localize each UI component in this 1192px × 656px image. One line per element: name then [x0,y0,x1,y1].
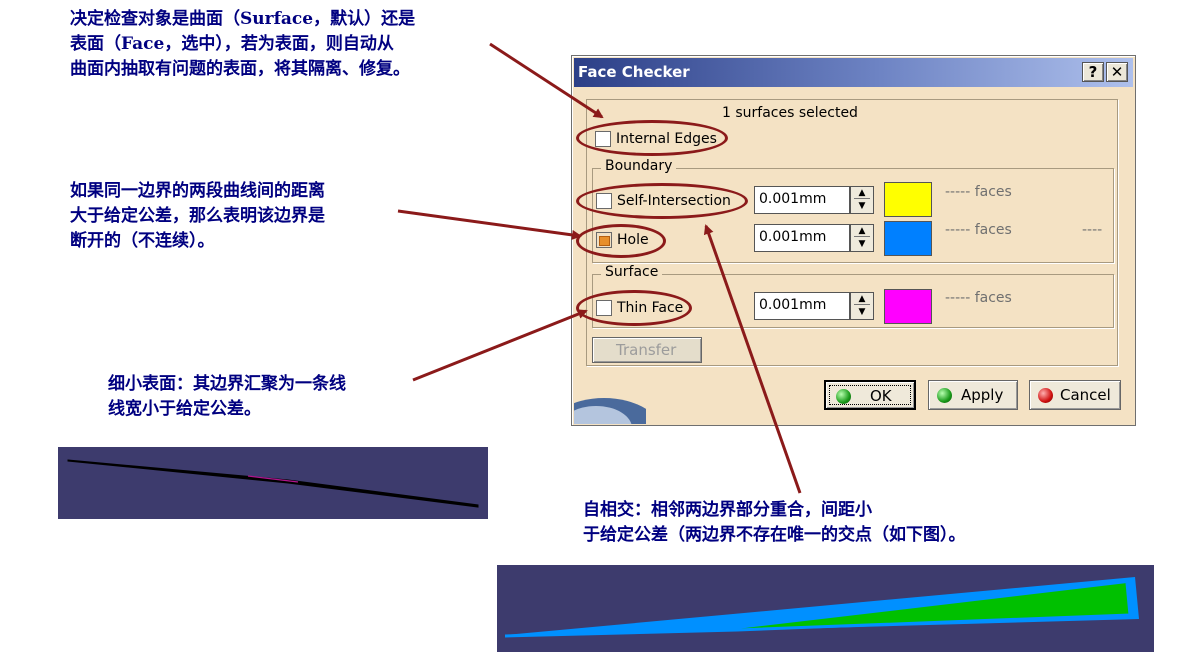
callout-arrows [397,42,802,494]
